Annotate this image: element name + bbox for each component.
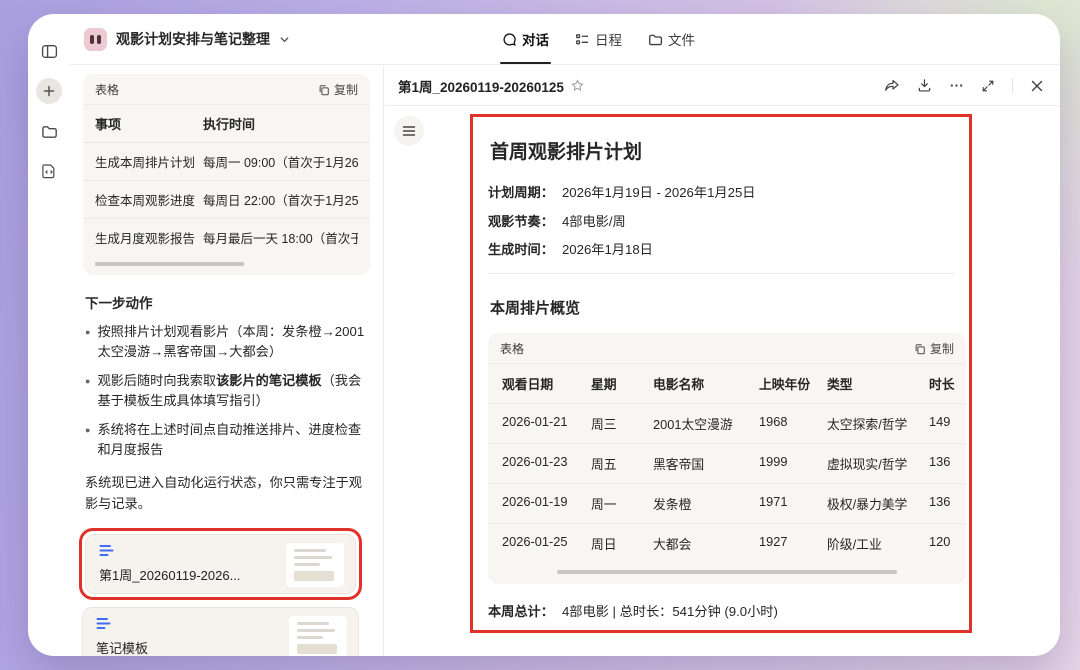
document-panel: 第1周_20260119-20260125: [385, 66, 1060, 656]
tab-schedule-label: 日程: [595, 29, 622, 49]
table-row: 2026-01-23周五黑客帝国1999虚拟现实/哲学136: [488, 443, 966, 483]
more-options-icon[interactable]: [949, 78, 964, 93]
top-bar: 观影计划安排与笔记整理 对话 日程 文件: [70, 14, 1060, 65]
view-tabs: 对话 日程 文件: [502, 14, 695, 64]
chat-bubble-icon: [502, 32, 517, 47]
download-icon[interactable]: [917, 78, 932, 93]
close-icon[interactable]: [1030, 79, 1044, 93]
divider: [488, 273, 954, 274]
copy-table-button[interactable]: 复制: [318, 81, 358, 98]
section-title: 本周排片概览: [490, 297, 952, 318]
highlight-frame: 第1周_20260119-2026...: [79, 528, 362, 600]
table-row: 检查本周观影进度每周日 22:00（首次于1月25日）: [83, 180, 370, 218]
list-item: ●系统将在上述时间点自动推送排片、进度检查和月度报告: [85, 420, 368, 460]
copy-icon: [914, 343, 926, 355]
document-summary: 本周总计：4部电影 | 总时长：541分钟 (9.0小时) 排片原则：类型多样性…: [488, 601, 954, 633]
star-icon[interactable]: [571, 79, 584, 92]
file-card-week1[interactable]: 第1周_20260119-2026...: [85, 534, 356, 594]
divider: [1012, 78, 1013, 94]
copy-label: 复制: [930, 340, 954, 357]
left-rail: [28, 14, 70, 656]
horizontal-scrollbar[interactable]: [95, 262, 244, 266]
document-header: 第1周_20260119-20260125: [385, 66, 1060, 106]
file-code-icon[interactable]: [36, 158, 62, 184]
tab-files-label: 文件: [668, 29, 695, 49]
document-icon: [96, 617, 111, 630]
table-row: 2026-01-21周三2001太空漫游1968太空探索/哲学149: [488, 403, 966, 443]
table-row: 生成月度观影报告每月最后一天 18:00（首次于1月: [83, 218, 370, 256]
chat-panel: 表格 复制 事项 执行时间 生成本周排片计划每周一 09:00（首次于1月26日…: [70, 66, 384, 656]
tab-files[interactable]: 文件: [648, 14, 695, 64]
tab-chat-label: 对话: [522, 29, 549, 49]
file-name: 第1周_20260119-2026...: [99, 565, 240, 584]
chat-table-header: 事项 执行时间: [83, 104, 370, 142]
next-steps-heading: 下一步动作: [85, 292, 368, 312]
agent-avatar: [84, 28, 107, 51]
document-meta: 计划周期：2026年1月19日 - 2026年1月25日 观影节奏：4部电影/周…: [488, 182, 954, 258]
schedule-table-header: 观看日期星期电影名称上映年份类型时长: [488, 363, 966, 403]
conversation-title: 观影计划安排与笔记整理: [116, 29, 270, 49]
expand-icon[interactable]: [981, 79, 995, 93]
doc-table-body: 2026-01-21周三2001太空漫游1968太空探索/哲学1492026-0…: [488, 403, 966, 563]
file-card-template[interactable]: 笔记模板: [82, 607, 359, 656]
list-item: ●按照排片计划观看影片（本周：发条橙→2001太空漫游→黑客帝国→大都会）: [85, 322, 368, 362]
chevron-down-icon[interactable]: [279, 34, 290, 45]
conversation-title-group[interactable]: 观影计划安排与笔记整理: [84, 14, 290, 64]
table-row: 2026-01-19周一发条橙1971极权/暴力美学136: [488, 483, 966, 523]
chat-table-card: 表格 复制 事项 执行时间 生成本周排片计划每周一 09:00（首次于1月26日…: [83, 74, 370, 275]
schedule-table-card: 表格 复制 观看日期星期电影名称上映年份类型时长 2026-01-21周三200…: [488, 333, 966, 584]
document-icon: [99, 544, 114, 557]
copy-label: 复制: [334, 81, 358, 98]
next-steps-list: ●按照排片计划观看影片（本周：发条橙→2001太空漫游→黑客帝国→大都会） ●观影…: [83, 322, 370, 460]
copy-icon: [318, 84, 330, 96]
checklist-icon: [575, 32, 590, 47]
tab-schedule[interactable]: 日程: [575, 14, 622, 64]
folder-icon[interactable]: [36, 118, 62, 144]
copy-table-button[interactable]: 复制: [914, 340, 954, 357]
closing-text: 系统现已进入自动化运行状态，你只需专注于观影与记录。: [85, 473, 368, 514]
chat-table-body: 生成本周排片计划每周一 09:00（首次于1月26日）检查本周观影进度每周日 2…: [83, 142, 370, 256]
table-row: 生成本周排片计划每周一 09:00（首次于1月26日）: [83, 142, 370, 180]
new-chat-button[interactable]: [36, 78, 62, 104]
table-card-label: 表格: [500, 340, 524, 357]
outline-menu-button[interactable]: [394, 116, 424, 146]
list-item: ●观影后随时向我索取该影片的笔记模板（我会基于模板生成具体填写指引）: [85, 371, 368, 411]
document-body: 首周观影排片计划 计划周期：2026年1月19日 - 2026年1月25日 观影…: [385, 107, 1060, 656]
app-window: 观影计划安排与笔记整理 对话 日程 文件: [28, 14, 1060, 656]
file-preview-thumbnail: [289, 616, 347, 656]
folder-icon: [648, 32, 663, 47]
document-title: 首周观影排片计划: [490, 137, 952, 164]
sidebar-toggle-icon[interactable]: [36, 38, 62, 64]
document-file-title: 第1周_20260119-20260125: [398, 76, 564, 96]
table-card-label: 表格: [95, 81, 119, 98]
hamburger-icon: [402, 125, 416, 137]
file-name: 笔记模板: [96, 638, 148, 656]
table-row: 2026-01-25周日大都会1927阶级/工业120: [488, 523, 966, 563]
share-icon[interactable]: [884, 78, 900, 93]
horizontal-scrollbar[interactable]: [557, 570, 897, 574]
highlighted-document-region: 首周观影排片计划 计划周期：2026年1月19日 - 2026年1月25日 观影…: [470, 114, 972, 633]
file-preview-thumbnail: [286, 543, 344, 587]
tab-chat[interactable]: 对话: [502, 14, 549, 64]
